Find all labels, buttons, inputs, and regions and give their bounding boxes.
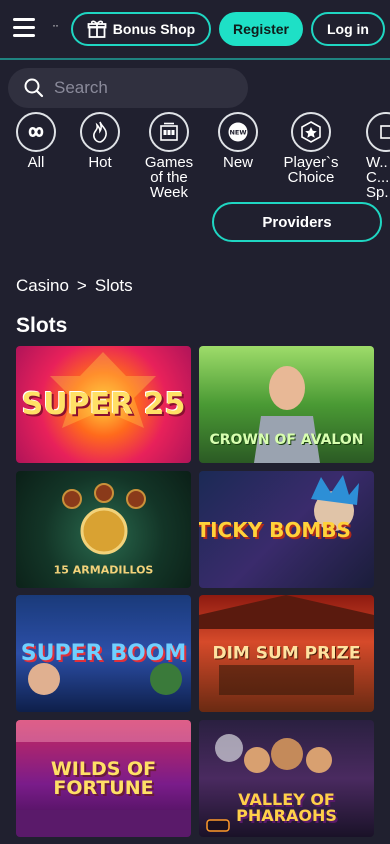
- search-input[interactable]: [54, 78, 234, 98]
- slot-machine-icon: [149, 112, 189, 152]
- bonus-shop-button[interactable]: Bonus Shop: [71, 12, 211, 46]
- star-badge-icon: [291, 112, 331, 152]
- game-tile-dim-sum-prize[interactable]: Dim Sum Prize: [199, 595, 374, 712]
- search-icon: [24, 78, 44, 98]
- breadcrumb: Casino > Slots: [16, 276, 133, 296]
- category-new[interactable]: NEW New: [218, 112, 258, 170]
- game-title: Super 25: [21, 386, 186, 422]
- header-dots: ··: [52, 18, 59, 32]
- new-badge-icon: NEW: [218, 112, 258, 152]
- category-games-of-the-week[interactable]: Games of the Week: [141, 112, 197, 200]
- svg-text:NEW: NEW: [229, 129, 246, 137]
- game-tile-15-armadillos[interactable]: 15 Armadillos: [16, 471, 191, 588]
- login-label: Log in: [327, 21, 369, 37]
- game-title: Valley of Pharaohs: [236, 789, 337, 825]
- breadcrumb-casino-link[interactable]: Casino: [16, 276, 69, 296]
- category-hot[interactable]: Hot: [80, 112, 120, 170]
- top-header: ·· Bonus Shop Register Log in: [0, 0, 390, 58]
- header-divider: [0, 58, 390, 60]
- category-partial[interactable]: W... C... Sp...: [366, 112, 390, 200]
- game-tile-crown-of-avalon[interactable]: Crown of Avalon: [199, 346, 374, 463]
- gift-icon: [87, 20, 107, 38]
- hamburger-menu-icon[interactable]: [13, 18, 35, 38]
- providers-button[interactable]: Providers: [212, 202, 382, 242]
- category-players-choice[interactable]: Player`s Choice: [280, 112, 342, 185]
- game-title: Sticky Bombs: [199, 517, 351, 542]
- game-title: 15 Armadillos: [53, 563, 154, 577]
- page-title: Slots: [16, 314, 68, 337]
- game-tile-sticky-bombs[interactable]: Sticky Bombs: [199, 471, 374, 588]
- category-bar: All Hot Games of the Week NEW New Player…: [0, 112, 390, 212]
- category-label: Hot: [88, 154, 112, 171]
- game-title: Dim Sum Prize: [212, 643, 361, 663]
- game-tile-super-boom[interactable]: Super Boom: [16, 595, 191, 712]
- bonus-shop-label: Bonus Shop: [112, 21, 196, 37]
- game-title: Super Boom: [20, 640, 187, 666]
- category-label: Games of the Week: [144, 154, 194, 201]
- register-button[interactable]: Register: [219, 12, 303, 46]
- login-button[interactable]: Log in: [311, 12, 385, 46]
- partial-icon: [366, 112, 390, 152]
- infinity-icon: [16, 112, 56, 152]
- game-tile-super-25[interactable]: Super 25: [16, 346, 191, 463]
- game-tile-valley-of-pharaohs[interactable]: Valley of Pharaohs: [199, 720, 374, 837]
- search-bar[interactable]: [8, 68, 248, 108]
- category-all[interactable]: All: [16, 112, 56, 170]
- category-label: W... C... Sp...: [366, 155, 388, 200]
- game-title: Wilds of Fortune: [50, 757, 157, 799]
- breadcrumb-current: Slots: [94, 276, 133, 295]
- category-label: New: [222, 154, 253, 171]
- breadcrumb-separator: >: [76, 276, 87, 295]
- flame-icon: [80, 112, 120, 152]
- category-label: Player`s Choice: [283, 154, 339, 186]
- category-label: All: [27, 154, 45, 171]
- game-tile-wilds-of-fortune[interactable]: Wilds of Fortune: [16, 720, 191, 837]
- game-title: Crown of Avalon: [209, 431, 364, 448]
